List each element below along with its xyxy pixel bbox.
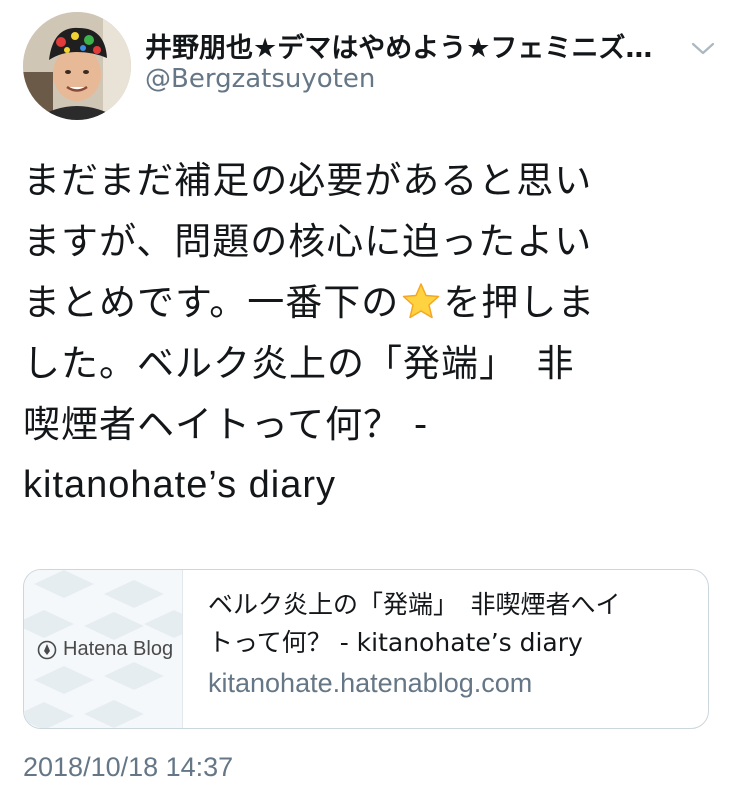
tweet-text-line: まとめです。一番下の を押しま <box>23 272 703 333</box>
card-title: ベルク炎上の「発端」 非喫煙者へイ トって何？ - kitanohate’s d… <box>208 586 688 662</box>
user-handle[interactable]: @Bergzatsuyoten <box>145 64 375 94</box>
tweet-text: まだまだ補足の必要があると思い ますが、問題の核心に迫ったよい まとめです。一番… <box>23 150 703 516</box>
tweet: 井野朋也★デマはやめよう★フェミニズ… @Bergzatsuyoten まだまだ… <box>0 0 741 811</box>
hatena-blog-logo: Hatena Blog <box>37 638 173 661</box>
hatena-blog-label: Hatena Blog <box>63 638 174 660</box>
tweet-text-line: 喫煙者ヘイトって何？ - <box>23 403 429 446</box>
card-url: kitanohate.hatenablog.com <box>208 668 533 698</box>
display-name[interactable]: 井野朋也★デマはやめよう★フェミニズ… <box>145 26 685 65</box>
star-emoji-icon <box>403 283 440 319</box>
tweet-text-line: kitanohate’s diary <box>23 464 337 506</box>
avatar[interactable] <box>23 12 131 120</box>
avatar-image <box>23 12 131 120</box>
tweet-text-segment: まとめです。一番下の <box>23 281 400 324</box>
chevron-down-icon[interactable] <box>690 38 716 58</box>
hatena-pen-icon <box>37 640 57 659</box>
tweet-text-line: ますが、問題の核心に迫ったよい <box>23 220 593 263</box>
link-preview-card[interactable]: Hatena Blog ベルク炎上の「発端」 非喫煙者へイ トって何？ - ki… <box>23 569 709 729</box>
card-title-line: トって何？ - kitanohate’s diary <box>208 628 583 657</box>
card-title-line: ベルク炎上の「発端」 非喫煙者へイ <box>208 590 621 619</box>
card-thumbnail: Hatena Blog <box>24 570 183 728</box>
tweet-text-line: した。ベルク炎上の「発端」 非 <box>23 342 575 385</box>
tweet-text-line: まだまだ補足の必要があると思い <box>23 159 593 202</box>
tweet-text-segment: を押しま <box>443 281 596 324</box>
tweet-timestamp[interactable]: 2018/10/18 14:37 <box>23 752 233 783</box>
